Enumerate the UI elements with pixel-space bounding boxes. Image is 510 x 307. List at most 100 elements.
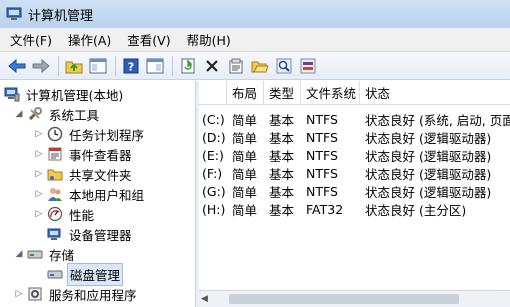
cell-layout: 简单 — [232, 202, 258, 218]
tree-label: 本地用户和组 — [69, 187, 145, 203]
performance-icon — [47, 206, 63, 222]
column-header-status[interactable]: 状态 — [360, 81, 510, 105]
cell-type: 基本 — [269, 184, 295, 200]
cell-volume: (C:) — [202, 111, 225, 127]
collapse-arrow-icon[interactable]: ◢ — [14, 249, 24, 259]
show-hide-tree-icon[interactable] — [87, 55, 109, 77]
column-header-layout[interactable]: 布局 — [227, 81, 264, 105]
menu-help[interactable]: 帮助(H) — [187, 30, 231, 49]
help-icon[interactable]: ? — [120, 55, 142, 77]
cell-type: 基本 — [269, 166, 295, 182]
tree-item-disk-management[interactable]: 磁盘管理 — [47, 262, 124, 286]
cell-layout: 简单 — [232, 130, 258, 146]
column-header-volume[interactable] — [199, 81, 227, 105]
clock-icon — [47, 126, 63, 142]
properties-icon[interactable] — [225, 55, 247, 77]
menu-bar: 文件(F) 操作(A) 查看(V) 帮助(H) — [0, 28, 510, 52]
cell-volume: (F:) — [202, 165, 223, 181]
horizontal-scrollbar[interactable]: ◀ — [199, 290, 510, 307]
title-bar: 计算机管理 — [0, 0, 510, 28]
toolbar: ? — [0, 52, 510, 80]
back-arrow-icon[interactable] — [6, 55, 28, 77]
window-title: 计算机管理 — [28, 8, 94, 24]
toolbar-separator — [58, 55, 59, 76]
cell-type: 基本 — [269, 112, 295, 128]
expand-arrow-icon[interactable]: ▷ — [34, 129, 44, 139]
menu-action[interactable]: 操作(A) — [68, 30, 111, 49]
expand-arrow-icon[interactable]: ▷ — [14, 289, 24, 299]
tree-item-system-tools[interactable]: ◢ 系统工具 — [14, 104, 101, 124]
refresh-icon[interactable] — [177, 55, 199, 77]
tree-item-task-scheduler[interactable]: ▷ 任务计划程序 — [34, 124, 146, 144]
services-icon — [27, 286, 43, 302]
cell-status: 状态良好 (系统, 启动, 页面文 — [365, 112, 510, 128]
tree-item-shared-folders[interactable]: ▷ 共享文件夹 — [34, 164, 134, 184]
computer-management-icon — [4, 86, 20, 102]
up-folder-icon[interactable] — [63, 55, 85, 77]
tree-label: 存储 — [49, 247, 75, 263]
users-icon — [47, 186, 63, 202]
cell-volume: (D:) — [202, 129, 226, 145]
cell-filesystem: FAT32 — [306, 201, 344, 217]
cell-type: 基本 — [269, 148, 295, 164]
cell-layout: 简单 — [232, 184, 258, 200]
tree-item-performance[interactable]: ▷ 性能 — [34, 204, 96, 224]
cell-type: 基本 — [269, 202, 295, 218]
cell-layout: 简单 — [232, 112, 258, 128]
cell-status: 状态良好 (逻辑驱动器) — [365, 184, 492, 200]
search-icon[interactable] — [273, 55, 295, 77]
cell-filesystem: NTFS — [306, 147, 338, 163]
expand-arrow-icon[interactable]: ▷ — [34, 149, 44, 159]
tree-label: 共享文件夹 — [69, 167, 132, 183]
expand-arrow-icon[interactable]: ▷ — [34, 209, 44, 219]
navigation-tree: 计算机管理(本地) ◢ 系统工具 ▷ 任务计划程序 ▷ 事件查看器 ▷ 共享文件… — [0, 81, 196, 307]
tree-item-local-users[interactable]: ▷ 本地用户和组 — [34, 184, 146, 204]
tools-icon — [27, 106, 43, 122]
tree-item-root[interactable]: 计算机管理(本地) — [4, 84, 125, 104]
tree-label: 磁盘管理 — [67, 262, 124, 286]
svg-text:?: ? — [128, 60, 134, 73]
cell-filesystem: NTFS — [306, 111, 338, 127]
forward-arrow-icon[interactable] — [30, 55, 52, 77]
delete-icon[interactable] — [201, 55, 223, 77]
tree-label: 系统工具 — [49, 107, 100, 123]
menu-view[interactable]: 查看(V) — [127, 30, 170, 49]
cell-status: 状态良好 (逻辑驱动器) — [365, 130, 492, 146]
cell-volume: (H:) — [202, 201, 226, 217]
storage-icon — [27, 246, 43, 262]
menu-file[interactable]: 文件(F) — [10, 30, 52, 49]
tree-item-services[interactable]: ▷ 服务和应用程序 — [14, 284, 139, 304]
volume-list: 布局 类型 文件系统 状态 (C:) 简单 基本 NTFS 状态良好 (系统, 启动, … — [199, 81, 510, 307]
cell-status: 状态良好 (逻辑驱动器) — [365, 148, 492, 164]
tree-item-device-manager[interactable]: 设备管理器 — [47, 224, 134, 244]
tree-label: 任务计划程序 — [69, 127, 145, 143]
scrollbar-thumb[interactable] — [229, 294, 459, 304]
toolbar-separator — [115, 55, 116, 76]
tree-label: 事件查看器 — [69, 147, 132, 163]
cell-type: 基本 — [269, 130, 295, 146]
tree-label: 设备管理器 — [69, 227, 132, 243]
tree-label: 性能 — [69, 207, 95, 223]
properties-pane-icon[interactable] — [144, 55, 166, 77]
scroll-left-arrow-icon[interactable]: ◀ — [201, 294, 208, 304]
device-manager-icon — [47, 226, 63, 242]
cell-filesystem: NTFS — [306, 129, 338, 145]
cell-status: 状态良好 (逻辑驱动器) — [365, 166, 492, 182]
column-header-filesystem[interactable]: 文件系统 — [301, 81, 360, 105]
cell-volume: (G:) — [202, 183, 226, 199]
open-folder-icon[interactable] — [249, 55, 271, 77]
collapse-arrow-icon[interactable]: ◢ — [14, 109, 24, 119]
cell-layout: 简单 — [232, 148, 258, 164]
tree-label: 计算机管理(本地) — [26, 87, 124, 103]
computer-management-icon — [6, 6, 22, 22]
expand-arrow-icon[interactable]: ▷ — [34, 169, 44, 179]
cell-filesystem: NTFS — [306, 165, 338, 181]
tree-label: 服务和应用程序 — [49, 287, 137, 303]
tree-item-event-viewer[interactable]: ▷ 事件查看器 — [34, 144, 134, 164]
event-viewer-icon — [47, 146, 63, 162]
disk-settings-icon[interactable] — [297, 55, 319, 77]
tree-item-storage[interactable]: ◢ 存储 — [14, 244, 76, 264]
expand-arrow-icon[interactable]: ▷ — [34, 189, 44, 199]
cell-layout: 简单 — [232, 166, 258, 182]
column-header-type[interactable]: 类型 — [264, 81, 301, 105]
